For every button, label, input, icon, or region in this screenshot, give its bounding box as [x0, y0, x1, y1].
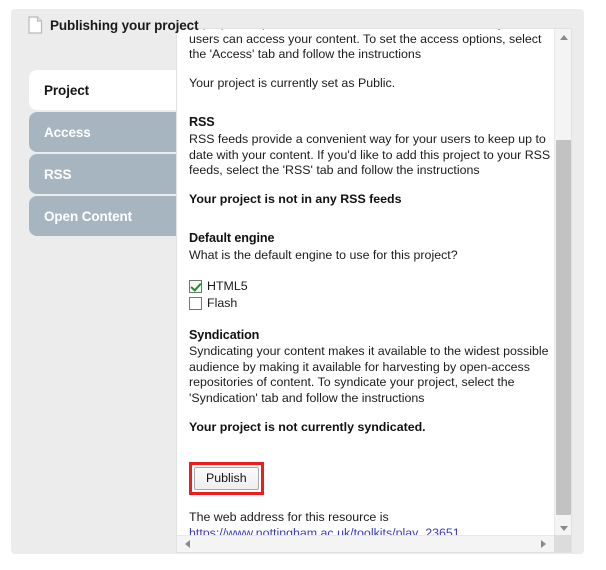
scroll-right-arrow-icon[interactable]: [535, 536, 552, 552]
scroll-left-arrow-icon[interactable]: [179, 536, 196, 552]
sidebar-tabs: Project Access RSS Open Content: [29, 70, 184, 238]
content-body: appropriate option in the 'Access' tab. …: [189, 29, 551, 537]
vertical-scrollbar[interactable]: [554, 29, 571, 537]
sidebar-item-open-content[interactable]: Open Content: [29, 196, 184, 236]
default-engine-question: What is the default engine to use for th…: [189, 247, 458, 262]
checkbox-html5[interactable]: [189, 280, 202, 294]
horizontal-scrollbar[interactable]: [177, 535, 571, 552]
publish-button[interactable]: Publish: [194, 467, 259, 491]
scrollbar-corner: [554, 535, 571, 552]
dialog-header: Publishing your project: [28, 16, 199, 34]
document-icon: [28, 16, 43, 34]
syndication-heading: Syndication: [189, 327, 260, 342]
web-address-label: The web address for this resource is: [189, 510, 389, 525]
sidebar-item-label: Open Content: [44, 208, 133, 224]
engine-option-flash[interactable]: Flash: [189, 296, 551, 312]
content-scroll-viewport: appropriate option in the 'Access' tab. …: [177, 29, 555, 537]
rss-status: Your project is not in any RSS feeds: [189, 191, 402, 206]
checkbox-html5-label: HTML5: [207, 278, 248, 293]
access-status: Your project is currently set as Public.: [189, 75, 396, 90]
engine-option-html5[interactable]: HTML5: [189, 279, 551, 295]
content-panel: appropriate option in the 'Access' tab. …: [176, 28, 572, 553]
syndication-status: Your project is not currently syndicated…: [189, 419, 426, 434]
sidebar-item-project[interactable]: Project: [29, 70, 184, 110]
page-title: Publishing your project: [50, 17, 199, 33]
scroll-up-arrow-icon[interactable]: [555, 29, 571, 46]
sidebar-item-label: Project: [44, 82, 90, 98]
screenshot-root: Publishing your project Project Access R…: [0, 0, 606, 570]
default-engine-heading: Default engine: [189, 231, 275, 246]
syndication-paragraph: Syndicating your content makes it availa…: [189, 344, 549, 405]
sidebar-item-label: RSS: [44, 166, 72, 182]
sidebar-item-rss[interactable]: RSS: [29, 154, 184, 194]
checkbox-flash-label: Flash: [207, 295, 238, 310]
vertical-scrollbar-thumb[interactable]: [556, 140, 571, 515]
access-paragraph: appropriate option in the 'Access' tab. …: [189, 29, 542, 62]
publish-button-highlight: Publish: [189, 462, 264, 496]
sidebar-item-label: Access: [44, 124, 91, 140]
rss-paragraph: RSS feeds provide a convenient way for y…: [189, 131, 551, 178]
rss-heading: RSS: [189, 115, 215, 130]
checkbox-flash[interactable]: [189, 297, 202, 311]
sidebar-item-access[interactable]: Access: [29, 112, 184, 152]
